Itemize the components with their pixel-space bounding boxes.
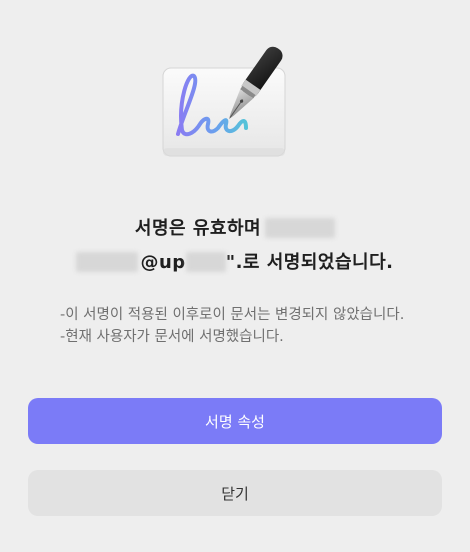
redacted-email-domain xyxy=(185,252,226,272)
redacted-email-user xyxy=(76,252,139,272)
note-current-user: -현재 사용자가 문서에 서명했습니다. xyxy=(60,329,284,345)
signature-notes: -이 서명이 적용된 이후로이 문서는 변경되지 않았습니다. -현재 사용자가… xyxy=(60,304,420,348)
signature-properties-label: 서명 속성 xyxy=(205,412,265,431)
signature-valid-heading: 서명은 유효하며 xyxy=(40,214,430,240)
signature-status-dialog: 서명은 유효하며 @up ".로 서명되었습니다. -이 서명이 적용된 이후로이… xyxy=(0,0,470,552)
signature-pen-icon xyxy=(160,42,300,160)
close-button[interactable]: 닫기 xyxy=(28,470,442,516)
close-button-label: 닫기 xyxy=(221,484,249,503)
signature-properties-button[interactable]: 서명 속성 xyxy=(28,398,442,444)
note-unchanged: -이 서명이 적용된 이후로이 문서는 변경되지 않았습니다. xyxy=(60,307,405,323)
redacted-name xyxy=(265,218,336,238)
signer-email-line: @up ".로 서명되었습니다. xyxy=(40,248,430,274)
